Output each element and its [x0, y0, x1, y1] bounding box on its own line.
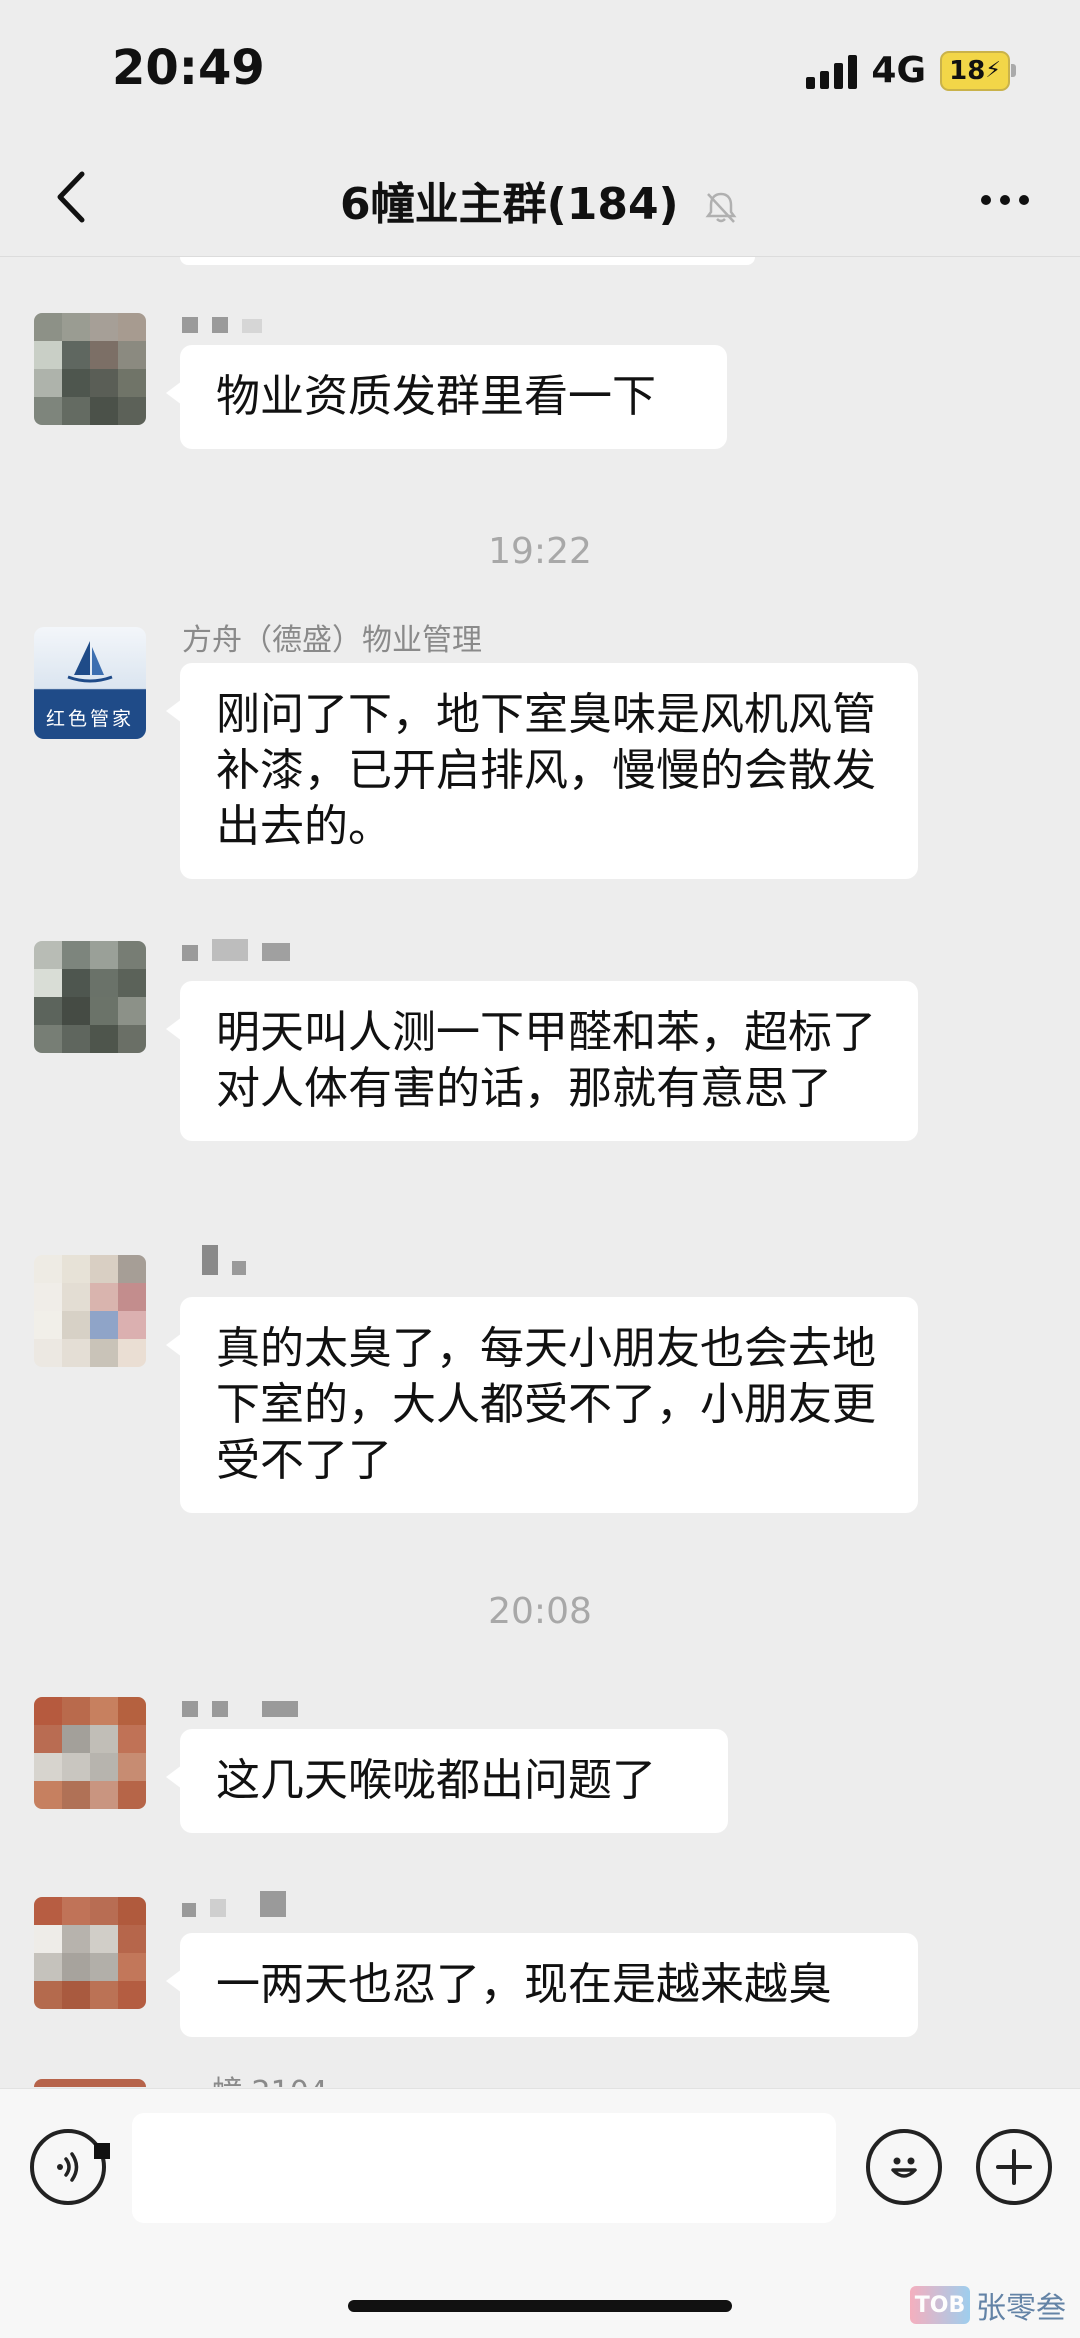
status-time: 20:49: [112, 40, 265, 96]
dot-icon: [1019, 195, 1029, 205]
message-bubble[interactable]: 真的太臭了，每天小朋友也会去地下室的，大人都受不了，小朋友更受不了了: [180, 1297, 918, 1513]
chat-title: 6幢业主群(184): [0, 168, 1080, 232]
sender-name-obscured: [182, 1897, 286, 1917]
watermark-brand: 张零叁: [976, 2283, 1066, 2327]
avatar-logo-text: 红色管家: [34, 704, 146, 731]
more-actions-button[interactable]: [976, 2129, 1052, 2205]
plus-icon: [992, 2145, 1036, 2189]
mute-bell-icon: [702, 188, 740, 226]
home-indicator[interactable]: [348, 2300, 732, 2312]
sender-name: 方舟（德盛）物业管理: [182, 615, 482, 659]
message-list[interactable]: 物业资质发群里看一下 19:22 红色管家 方舟（德盛）物业管理 刚问了下，地下…: [0, 257, 1080, 2087]
message-timestamp: 19:22: [0, 531, 1080, 572]
message-timestamp: 20:08: [0, 1591, 1080, 1632]
sender-name-obscured: [182, 1255, 246, 1275]
sailboat-logo-icon: [34, 627, 146, 689]
status-indicators: 4G 18 ⚡: [806, 50, 1010, 91]
network-type: 4G: [871, 50, 926, 91]
avatar[interactable]: [34, 1897, 146, 2009]
sender-name-obscured: [182, 941, 290, 961]
smile-icon: [880, 2143, 928, 2191]
dot-icon: [1000, 195, 1010, 205]
message-bubble[interactable]: 这几天喉咙都出问题了: [180, 1729, 728, 1833]
emoji-button[interactable]: [866, 2129, 942, 2205]
sender-name: …幢 2104: [182, 2067, 328, 2087]
charging-icon: ⚡: [985, 58, 1000, 83]
watermark-logo: TOB: [910, 2286, 970, 2324]
message-bubble[interactable]: 物业资质发群里看一下: [180, 345, 727, 449]
chat-header: 6幢业主群(184): [0, 140, 1080, 257]
avatar[interactable]: [34, 2079, 146, 2087]
dot-icon: [981, 195, 991, 205]
battery-level: 18: [949, 56, 985, 86]
voice-input-button[interactable]: [30, 2129, 106, 2205]
voice-icon: [48, 2147, 88, 2187]
message-bubble[interactable]: 刚问了下，地下室臭味是风机风管补漆，已开启排风，慢慢的会散发出去的。: [180, 663, 918, 879]
sender-name-obscured: [182, 1697, 298, 1717]
input-cursor-marker: [94, 2143, 110, 2159]
message-bubble[interactable]: 一两天也忍了，现在是越来越臭: [180, 1933, 918, 2037]
avatar[interactable]: [34, 941, 146, 1053]
previous-message-bubble-edge: [180, 257, 755, 265]
status-bar: 20:49 4G 18 ⚡: [0, 0, 1080, 140]
message-input[interactable]: [132, 2113, 836, 2223]
message-bubble[interactable]: 明天叫人测一下甲醛和苯，超标了对人体有害的话，那就有意思了: [180, 981, 918, 1141]
watermark: TOB 张零叁: [910, 2283, 1066, 2327]
avatar[interactable]: [34, 1255, 146, 1367]
avatar[interactable]: [34, 1697, 146, 1809]
sender-name-obscured: [182, 313, 262, 333]
more-options-button[interactable]: [970, 170, 1040, 230]
chat-title-text: 6幢业主群(184): [340, 179, 679, 230]
battery-icon: 18 ⚡: [940, 51, 1010, 91]
avatar[interactable]: 红色管家: [34, 627, 146, 739]
avatar[interactable]: [34, 313, 146, 425]
signal-icon: [806, 53, 857, 89]
